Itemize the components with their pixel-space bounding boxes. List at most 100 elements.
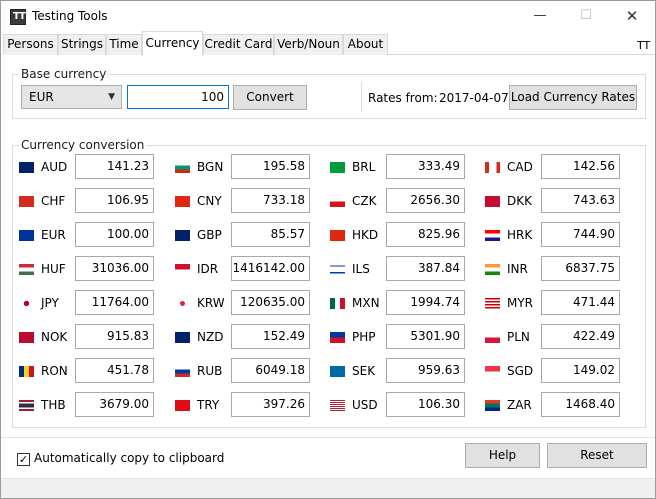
in-flag-icon bbox=[485, 264, 500, 275]
rate-field-hrk[interactable]: 744.90 bbox=[541, 222, 620, 247]
rate-field-zar[interactable]: 1468.40 bbox=[541, 392, 620, 417]
sg-flag-icon bbox=[485, 366, 500, 377]
currency-code-gbp: GBP bbox=[197, 228, 222, 242]
currency-code-try: TRY bbox=[197, 398, 220, 412]
auto-copy-checkbox[interactable]: ✓ bbox=[17, 453, 30, 466]
rate-field-ron[interactable]: 451.78 bbox=[75, 358, 154, 383]
chevron-down-icon: ▼ bbox=[108, 92, 115, 102]
app-icon: TT bbox=[10, 9, 26, 25]
tab-about[interactable]: About bbox=[343, 34, 388, 55]
rate-field-krw[interactable]: 120635.00 bbox=[231, 290, 310, 315]
rate-field-dkk[interactable]: 743.63 bbox=[541, 188, 620, 213]
ru-flag-icon bbox=[175, 366, 190, 377]
pl-flag-icon bbox=[485, 332, 500, 343]
rate-field-nzd[interactable]: 152.49 bbox=[231, 324, 310, 349]
rates-date: 2017-04-07 bbox=[439, 91, 509, 105]
rate-field-eur[interactable]: 100.00 bbox=[75, 222, 154, 247]
rate-field-jpy[interactable]: 11764.00 bbox=[75, 290, 154, 315]
currency-code-pln: PLN bbox=[507, 330, 530, 344]
currency-code-dkk: DKK bbox=[507, 194, 532, 208]
il-flag-icon bbox=[330, 264, 345, 275]
rate-field-rub[interactable]: 6049.18 bbox=[231, 358, 310, 383]
currency-code-brl: BRL bbox=[352, 160, 376, 174]
rate-field-gbp[interactable]: 85.57 bbox=[231, 222, 310, 247]
currency-code-thb: THB bbox=[41, 398, 66, 412]
currency-conversion-legend: Currency conversion bbox=[19, 138, 147, 152]
tab-strings[interactable]: Strings bbox=[58, 34, 106, 55]
currency-code-huf: HUF bbox=[41, 262, 66, 276]
currency-code-cad: CAD bbox=[507, 160, 533, 174]
base-currency-select[interactable]: EUR ▼ bbox=[21, 85, 122, 109]
close-button[interactable]: ✕ bbox=[609, 1, 655, 32]
rate-field-hkd[interactable]: 825.96 bbox=[386, 222, 465, 247]
separator bbox=[361, 82, 362, 112]
maximize-button[interactable]: ☐ bbox=[563, 1, 609, 32]
rate-field-php[interactable]: 5301.90 bbox=[386, 324, 465, 349]
se-flag-icon bbox=[330, 366, 345, 377]
au-flag-icon bbox=[19, 162, 34, 173]
tab-time[interactable]: Time bbox=[106, 34, 142, 55]
ch-flag-icon bbox=[19, 196, 34, 207]
title-bar: TT Testing Tools — ☐ ✕ bbox=[1, 1, 655, 32]
tab-currency[interactable]: Currency bbox=[142, 31, 203, 56]
tab-credit-card[interactable]: Credit Card bbox=[203, 34, 274, 55]
currency-code-nzd: NZD bbox=[197, 330, 224, 344]
reset-button[interactable]: Reset bbox=[547, 443, 647, 468]
rate-field-ils[interactable]: 387.84 bbox=[386, 256, 465, 281]
currency-code-nok: NOK bbox=[41, 330, 68, 344]
tab-persons[interactable]: Persons bbox=[3, 34, 58, 55]
jp-flag-icon bbox=[19, 298, 34, 309]
currency-code-hkd: HKD bbox=[352, 228, 379, 242]
rate-field-usd[interactable]: 106.30 bbox=[386, 392, 465, 417]
help-button[interactable]: Help bbox=[465, 443, 540, 468]
th-flag-icon bbox=[19, 400, 34, 411]
currency-code-idr: IDR bbox=[197, 262, 219, 276]
rate-field-chf[interactable]: 106.95 bbox=[75, 188, 154, 213]
ca-flag-icon bbox=[485, 162, 500, 173]
rate-field-myr[interactable]: 471.44 bbox=[541, 290, 620, 315]
minimize-button[interactable]: — bbox=[517, 1, 563, 32]
convert-button[interactable]: Convert bbox=[233, 85, 307, 110]
kr-flag-icon bbox=[175, 298, 190, 309]
auto-copy-label: Automatically copy to clipboard bbox=[34, 451, 225, 465]
rate-field-inr[interactable]: 6837.75 bbox=[541, 256, 620, 281]
br-flag-icon bbox=[330, 162, 345, 173]
rate-field-pln[interactable]: 422.49 bbox=[541, 324, 620, 349]
rate-field-sgd[interactable]: 149.02 bbox=[541, 358, 620, 383]
rate-field-cad[interactable]: 142.56 bbox=[541, 154, 620, 179]
footer-bar: Automatically copy to clipboard Help Res… bbox=[1, 437, 655, 477]
rate-field-nok[interactable]: 915.83 bbox=[75, 324, 154, 349]
rate-field-try[interactable]: 397.26 bbox=[231, 392, 310, 417]
hk-flag-icon bbox=[330, 230, 345, 241]
za-flag-icon bbox=[485, 400, 500, 411]
rate-field-mxn[interactable]: 1994.74 bbox=[386, 290, 465, 315]
amount-input[interactable]: 100 bbox=[127, 85, 229, 109]
rate-field-huf[interactable]: 31036.00 bbox=[75, 256, 154, 281]
currency-code-mxn: MXN bbox=[352, 296, 380, 310]
rate-field-bgn[interactable]: 195.58 bbox=[231, 154, 310, 179]
currency-code-usd: USD bbox=[352, 398, 378, 412]
currency-code-inr: INR bbox=[507, 262, 528, 276]
load-currency-rates-button[interactable]: Load Currency Rates bbox=[509, 85, 637, 110]
rate-field-czk[interactable]: 2656.30 bbox=[386, 188, 465, 213]
rate-field-thb[interactable]: 3679.00 bbox=[75, 392, 154, 417]
no-flag-icon bbox=[19, 332, 34, 343]
currency-code-sek: SEK bbox=[352, 364, 376, 378]
dk-flag-icon bbox=[485, 196, 500, 207]
rate-field-idr[interactable]: 1416142.00 bbox=[231, 256, 310, 281]
tab-verb-noun[interactable]: Verb/Noun bbox=[274, 34, 343, 55]
id-flag-icon bbox=[175, 264, 190, 275]
currency-code-sgd: SGD bbox=[507, 364, 534, 378]
rate-field-cny[interactable]: 733.18 bbox=[231, 188, 310, 213]
rate-field-sek[interactable]: 959.63 bbox=[386, 358, 465, 383]
currency-code-php: PHP bbox=[352, 330, 376, 344]
ph-flag-icon bbox=[330, 332, 345, 343]
rate-field-brl[interactable]: 333.49 bbox=[386, 154, 465, 179]
currency-code-cny: CNY bbox=[197, 194, 222, 208]
app-icon-text: TT bbox=[13, 11, 26, 22]
rate-field-aud[interactable]: 141.23 bbox=[75, 154, 154, 179]
tr-flag-icon bbox=[175, 400, 190, 411]
cz-flag-icon bbox=[330, 196, 345, 207]
currency-code-jpy: JPY bbox=[41, 296, 59, 310]
currency-code-czk: CZK bbox=[352, 194, 377, 208]
